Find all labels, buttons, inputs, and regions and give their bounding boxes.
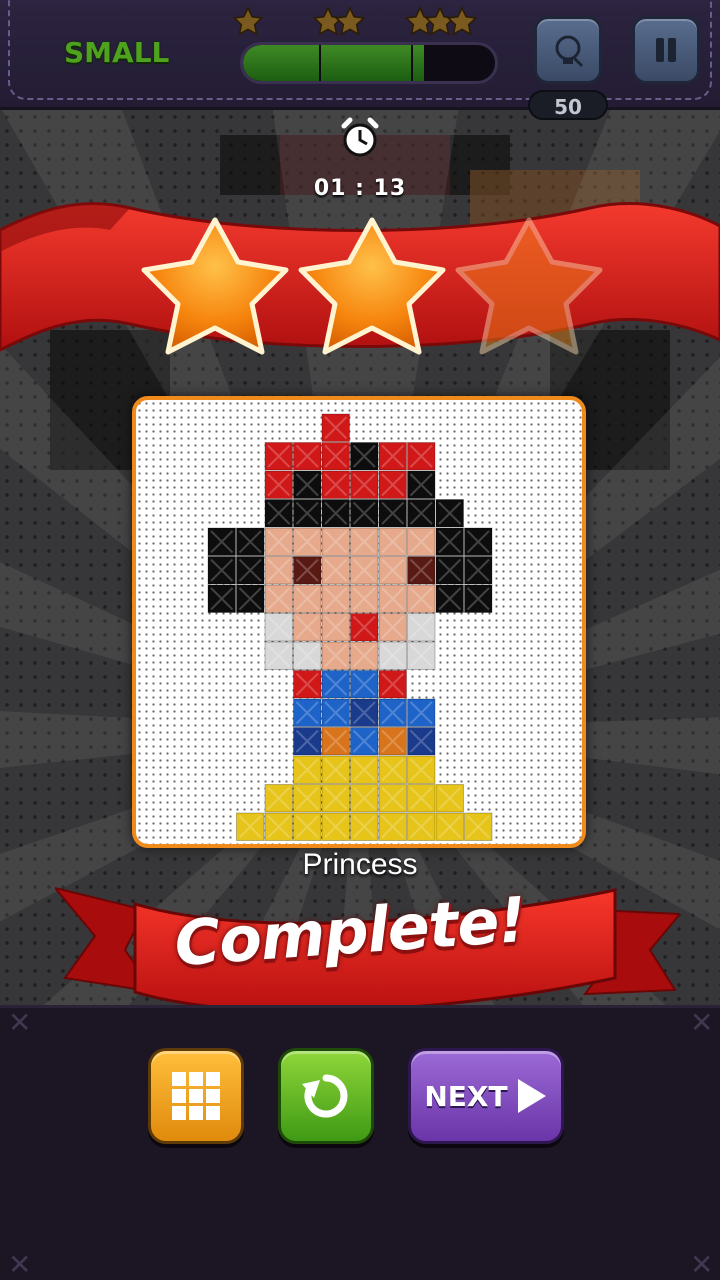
play-arrow-icon bbox=[517, 1079, 546, 1113]
progress-divider bbox=[319, 45, 321, 81]
alarm-clock-icon bbox=[341, 117, 379, 157]
stitch-corner-icon: ✕ bbox=[690, 1006, 714, 1039]
stitch-corner-icon: ✕ bbox=[690, 1248, 714, 1280]
stitch-corner-icon: ✕ bbox=[8, 1006, 32, 1039]
progress-divider bbox=[411, 45, 413, 81]
retry-icon bbox=[302, 1074, 348, 1118]
retry-button[interactable] bbox=[278, 1048, 374, 1144]
level-grid-icon bbox=[172, 1072, 220, 1120]
star-1-icon bbox=[141, 217, 289, 355]
next-button[interactable]: NEXT bbox=[408, 1048, 564, 1144]
next-button-label: NEXT bbox=[424, 1079, 508, 1113]
earned-stars bbox=[141, 217, 603, 355]
level-select-button[interactable] bbox=[148, 1048, 244, 1144]
star-3-empty-icon bbox=[455, 217, 603, 355]
hint-button[interactable] bbox=[534, 16, 602, 84]
pause-button[interactable] bbox=[632, 16, 700, 84]
progress-star-3c-icon bbox=[446, 6, 478, 36]
star-progress-fill bbox=[243, 45, 425, 81]
lightbulb-icon bbox=[555, 35, 584, 68]
puzzle-size-label: SMALL bbox=[64, 36, 170, 69]
completed-picture-card bbox=[132, 396, 586, 848]
pause-icon bbox=[656, 38, 676, 62]
star-progress-bar bbox=[240, 42, 498, 84]
princess-cross-stitch-image bbox=[207, 413, 493, 841]
stitch-corner-icon: ✕ bbox=[8, 1248, 32, 1280]
progress-star-1-icon bbox=[232, 6, 264, 36]
hint-count-badge: 50 bbox=[528, 90, 608, 120]
progress-star-2b-icon bbox=[334, 6, 366, 36]
star-2-icon bbox=[298, 217, 446, 355]
